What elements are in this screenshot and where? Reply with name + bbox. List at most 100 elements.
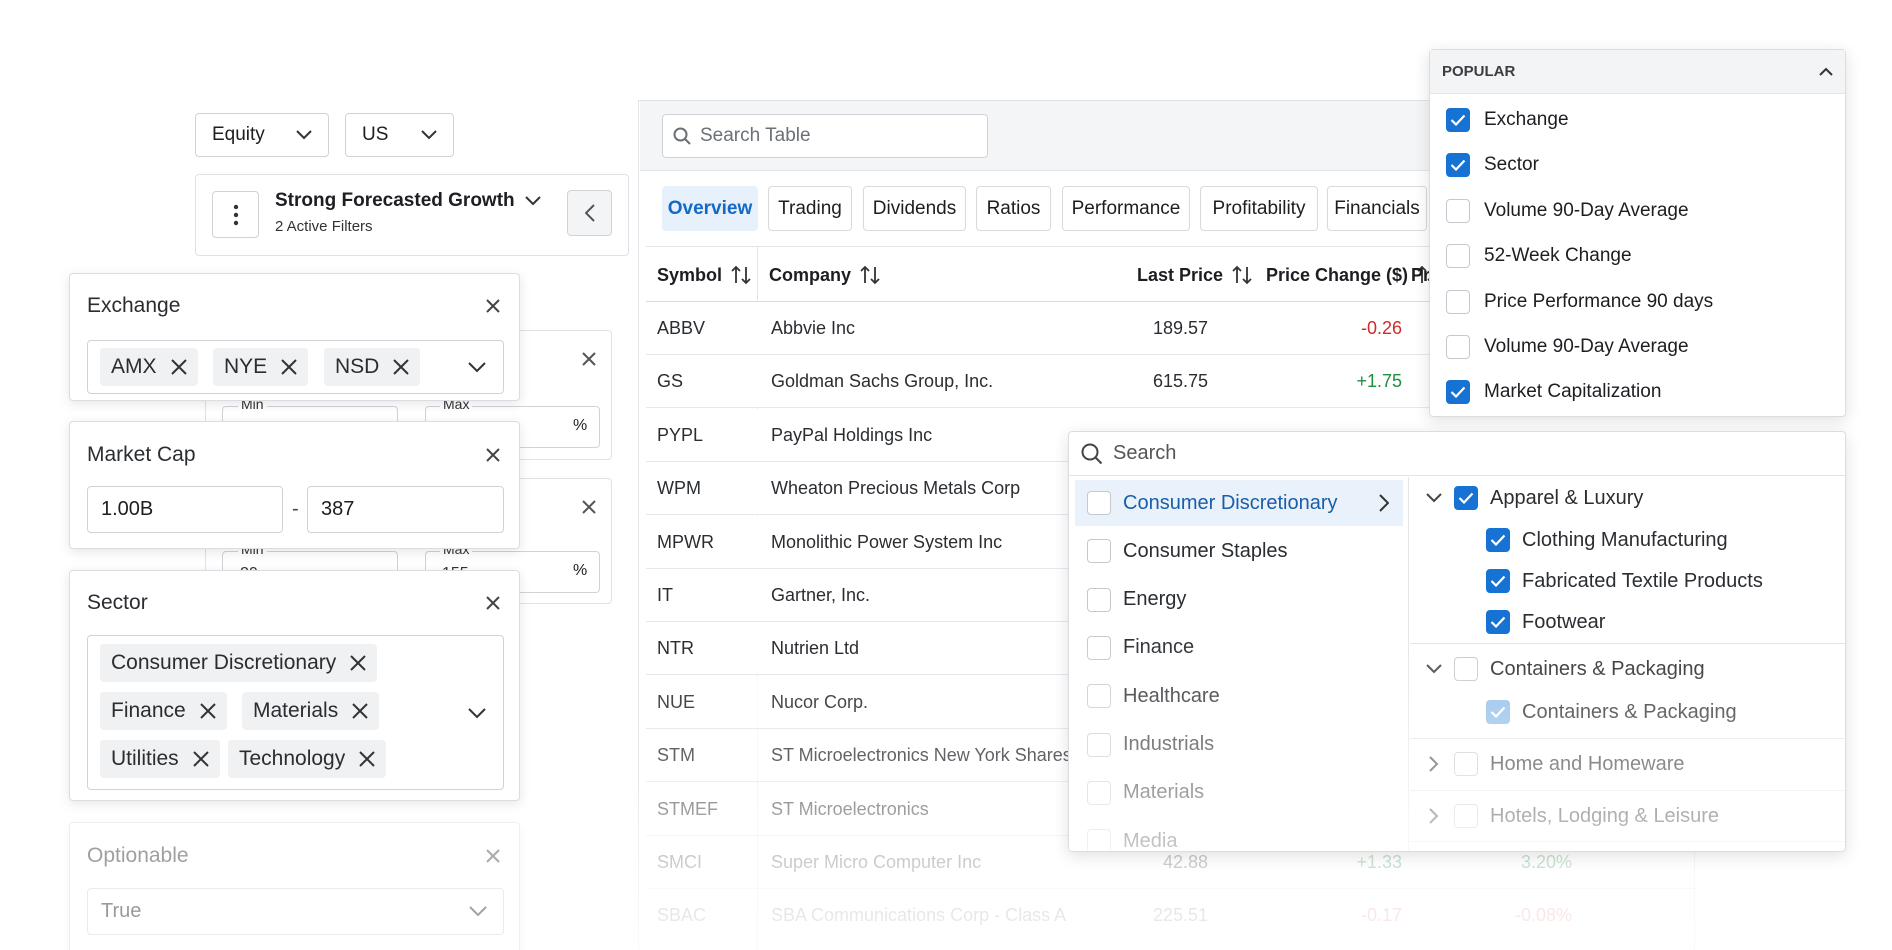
industry-group[interactable]: Hotels, Lodging & Leisure xyxy=(1410,791,1845,841)
industry-item[interactable]: Footwear xyxy=(1410,601,1845,643)
exchange-select[interactable]: AMX NYE NSD xyxy=(87,340,504,394)
industry-group[interactable]: Apparel & Luxury xyxy=(1410,477,1845,519)
sector-option[interactable]: Finance xyxy=(1075,625,1403,671)
checkbox-icon[interactable] xyxy=(1087,780,1111,805)
close-icon[interactable] xyxy=(170,359,187,375)
checkbox-icon[interactable] xyxy=(1087,635,1111,660)
column-header-symbol[interactable]: Symbol xyxy=(657,247,752,303)
optionable-select[interactable]: True xyxy=(87,888,504,935)
sector-option[interactable]: Materials xyxy=(1075,770,1403,816)
checkbox-icon[interactable] xyxy=(1087,587,1111,612)
checkbox-checked-icon[interactable] xyxy=(1446,153,1470,178)
close-icon[interactable] xyxy=(483,445,503,465)
chevron-right-icon[interactable] xyxy=(1426,756,1442,772)
checkbox-checked-icon[interactable] xyxy=(1486,528,1510,552)
checkbox-checked-icon[interactable] xyxy=(1446,380,1470,405)
industry-group[interactable]: Containers & Packaging xyxy=(1410,644,1845,694)
close-icon[interactable] xyxy=(483,593,503,613)
close-icon[interactable] xyxy=(582,352,596,366)
screen-menu-button[interactable] xyxy=(212,191,259,238)
search-table-input[interactable]: Search Table xyxy=(662,114,988,158)
sector-option[interactable]: Consumer Staples xyxy=(1075,528,1403,574)
popular-item[interactable]: Exchange xyxy=(1446,105,1569,135)
tab-performance[interactable]: Performance xyxy=(1062,186,1190,231)
close-icon[interactable] xyxy=(359,751,375,767)
checkbox-icon[interactable] xyxy=(1446,335,1470,359)
column-header-company[interactable]: Company xyxy=(769,247,881,303)
close-icon[interactable] xyxy=(393,359,410,375)
chevron-down-icon[interactable] xyxy=(468,708,486,719)
close-icon[interactable] xyxy=(483,846,503,866)
company-cell: Abbvie Inc xyxy=(771,318,856,338)
tab-trading[interactable]: Trading xyxy=(768,186,852,231)
market-cap-max-input[interactable]: 387 xyxy=(307,486,504,533)
popular-item[interactable]: Price Performance 90 days xyxy=(1446,287,1713,317)
checkbox-checked-icon[interactable] xyxy=(1446,108,1470,132)
checkbox-checked-icon[interactable] xyxy=(1486,700,1510,724)
popular-item[interactable]: Sector xyxy=(1446,150,1539,180)
checkbox-icon[interactable] xyxy=(1454,804,1478,828)
checkbox-checked-icon[interactable] xyxy=(1486,569,1510,593)
close-icon[interactable] xyxy=(352,703,368,719)
close-icon[interactable] xyxy=(582,500,596,514)
close-icon[interactable] xyxy=(281,359,297,375)
company-cell: ST Microelectronics New York Shares xyxy=(771,745,1072,766)
chevron-down-icon[interactable] xyxy=(468,362,486,373)
sector-option[interactable]: Industrials xyxy=(1075,722,1403,768)
checkbox-checked-icon[interactable] xyxy=(1486,610,1510,634)
checkbox-checked-icon[interactable] xyxy=(1454,486,1478,510)
popular-item[interactable]: 52-Week Change xyxy=(1446,241,1632,271)
chip-label: NSD xyxy=(335,355,380,378)
checkbox-icon[interactable] xyxy=(1454,752,1478,776)
popular-item[interactable]: Volume 90-Day Average xyxy=(1446,332,1689,362)
sector-option[interactable]: Consumer Discretionary xyxy=(1075,480,1403,526)
close-icon[interactable] xyxy=(192,751,209,767)
checkbox-icon[interactable] xyxy=(1446,244,1470,269)
checkbox-icon[interactable] xyxy=(1087,829,1111,851)
checkbox-icon[interactable] xyxy=(1087,732,1111,757)
industry-item[interactable]: Clothing Manufacturing xyxy=(1410,519,1845,561)
tab-financials[interactable]: Financials xyxy=(1327,186,1427,231)
region-dropdown[interactable]: US xyxy=(345,113,454,157)
screen-name-dropdown[interactable]: Strong Forecasted Growth xyxy=(275,190,541,212)
popular-header[interactable]: POPULAR xyxy=(1430,50,1845,94)
table-row[interactable]: SBAC SBA Communications Corp - Class A 225… xyxy=(646,889,1696,943)
collapse-pane-button[interactable] xyxy=(567,190,612,236)
popular-item[interactable]: Volume 90-Day Average xyxy=(1446,196,1689,226)
checkbox-icon[interactable] xyxy=(1087,684,1111,709)
column-header-price-change[interactable]: Price Change ($) xyxy=(1223,247,1438,303)
chevron-down-icon[interactable] xyxy=(1426,493,1442,503)
checkbox-icon[interactable] xyxy=(1087,539,1111,564)
industry-item-label: Containers & Packaging xyxy=(1522,700,1737,723)
close-icon[interactable] xyxy=(200,703,216,719)
asset-class-dropdown[interactable]: Equity xyxy=(195,113,329,157)
industry-item[interactable]: Fabricated Textile Products xyxy=(1410,560,1845,602)
sector-select[interactable]: Consumer Discretionary Finance Materials… xyxy=(87,635,504,790)
industry-group[interactable]: Home and Homeware xyxy=(1410,739,1845,789)
sector-option[interactable]: Media xyxy=(1075,818,1403,851)
checkbox-icon[interactable] xyxy=(1446,198,1470,223)
chevron-down-icon[interactable] xyxy=(1426,664,1442,674)
tab-profitability[interactable]: Profitability xyxy=(1200,186,1318,231)
tab-ratios[interactable]: Ratios xyxy=(976,186,1051,231)
industry-item[interactable]: Containers & Packaging xyxy=(1410,689,1845,735)
sector-option[interactable]: Healthcare xyxy=(1075,673,1403,719)
tab-dividends[interactable]: Dividends xyxy=(863,186,966,231)
market-cap-min-input[interactable]: 1.00B xyxy=(87,486,283,533)
tab-overview[interactable]: Overview xyxy=(662,186,758,231)
company-cell: Gartner, Inc. xyxy=(771,585,871,605)
symbol-cell: STM xyxy=(657,745,695,766)
sector-option[interactable]: Energy xyxy=(1075,577,1403,623)
checkbox-icon[interactable] xyxy=(1446,289,1470,314)
checkbox-icon[interactable] xyxy=(1454,657,1478,681)
saved-screen-card xyxy=(195,174,629,256)
chevron-right-icon[interactable] xyxy=(1426,808,1442,824)
sector-search-input[interactable]: Search xyxy=(1069,432,1845,476)
company-cell: Super Micro Computer Inc xyxy=(771,852,982,872)
popular-item-label: Exchange xyxy=(1484,109,1569,130)
close-icon[interactable] xyxy=(483,296,503,316)
popular-item[interactable]: Market Capitalization xyxy=(1446,377,1661,407)
close-icon[interactable] xyxy=(350,655,366,671)
column-header-price-change-pct[interactable]: Pr xyxy=(1411,247,1430,303)
checkbox-icon[interactable] xyxy=(1087,491,1111,515)
